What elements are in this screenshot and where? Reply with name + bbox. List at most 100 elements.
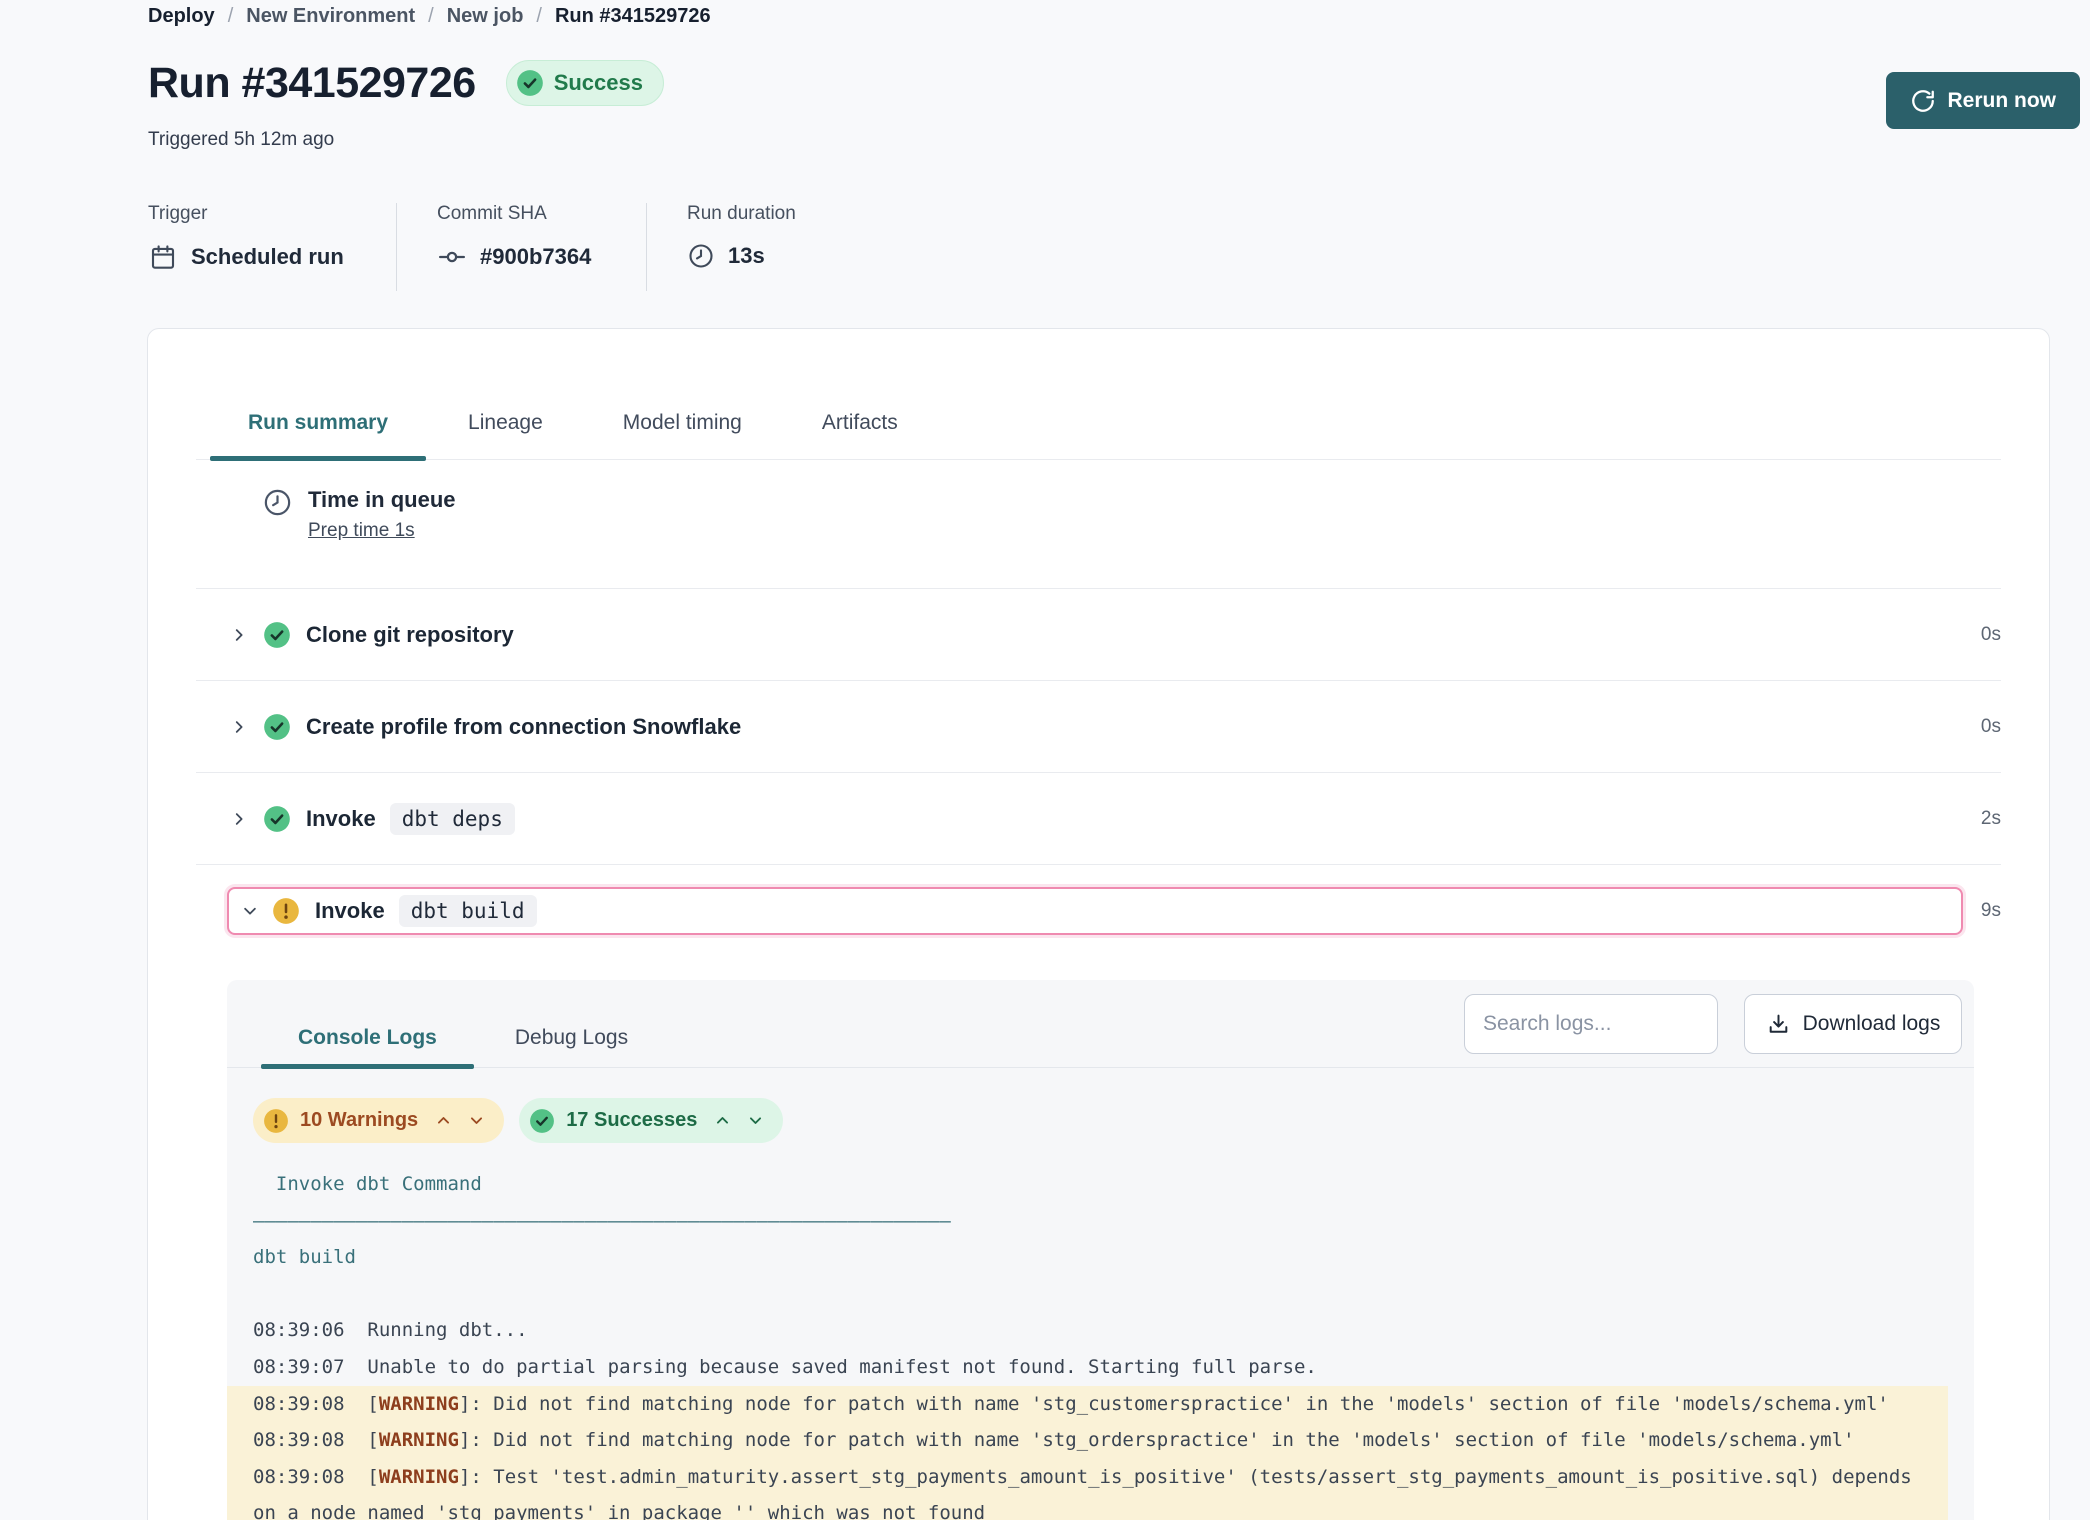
chevron-right-icon[interactable] xyxy=(230,810,248,828)
caret-up-icon[interactable] xyxy=(714,1112,731,1129)
steps-list: Clone git repository0sCreate profile fro… xyxy=(196,589,2001,957)
command-chip: dbt deps xyxy=(390,803,515,835)
console-logs-panel: Console LogsDebug Logs Download logs 10 … xyxy=(227,980,1974,1520)
warning-badge-label: 10 Warnings xyxy=(300,1109,418,1132)
breadcrumb-item-new-job[interactable]: New job xyxy=(447,5,524,28)
breadcrumb-item-run-341529726: Run #341529726 xyxy=(555,5,711,28)
step-row-invoke-dbt-deps[interactable]: Invoke dbt deps 2s xyxy=(196,773,2001,865)
page-header: Deploy / New Environment / New job / Run #3415… xyxy=(0,0,2090,291)
step-label: Invoke xyxy=(306,806,376,832)
step-row-create-profile-from-connection-snowflake[interactable]: Create profile from connection Snowflake… xyxy=(196,681,2001,773)
download-icon xyxy=(1766,1012,1791,1037)
log-timestamp: 08:39:07 xyxy=(253,1356,345,1378)
warning-tag: WARNING xyxy=(379,1429,459,1451)
log-output: Invoke dbt Command——————————————————————… xyxy=(227,1166,1974,1520)
warning-status-icon xyxy=(272,897,300,925)
status-badge-label: Success xyxy=(554,70,643,96)
warning-tag: WARNING xyxy=(379,1393,459,1415)
main-tabs: Run summaryLineageModel timingArtifacts xyxy=(196,411,2001,460)
warning-badge-icon xyxy=(263,1108,289,1134)
search-logs-input[interactable] xyxy=(1464,994,1718,1054)
log-line: 08:39:08 [WARNING]: Did not find matchin… xyxy=(227,1386,1948,1423)
title-row: Run #341529726 Success xyxy=(148,52,2050,114)
log-tab-debug-logs[interactable]: Debug Logs xyxy=(478,1026,665,1067)
success-badge-label: 17 Successes xyxy=(566,1109,697,1132)
duration-value: 13s xyxy=(728,243,765,269)
breadcrumb-separator: / xyxy=(428,5,434,28)
logs-panel-header: Console LogsDebug Logs Download logs xyxy=(227,980,1974,1068)
badge-carets xyxy=(435,1112,485,1129)
rerun-now-button[interactable]: Rerun now xyxy=(1886,72,2081,129)
chevron-right-icon[interactable] xyxy=(230,718,248,736)
tab-artifacts[interactable]: Artifacts xyxy=(784,411,936,459)
prep-time-link[interactable]: Prep time 1s xyxy=(308,520,415,542)
caret-up-icon[interactable] xyxy=(435,1112,452,1129)
tab-lineage[interactable]: Lineage xyxy=(430,411,581,459)
breadcrumb-separator: / xyxy=(228,5,234,28)
triggered-ago: Triggered 5h 12m ago xyxy=(148,129,2050,151)
step-label: Create profile from connection Snowflake xyxy=(306,714,741,740)
step-row-clone-git-repository[interactable]: Clone git repository 0s xyxy=(196,589,2001,681)
step-row-invoke-dbt-build: Invokedbt build9s xyxy=(227,865,2001,957)
trigger-value: Scheduled run xyxy=(191,244,344,270)
log-line: 08:39:08 [WARNING]: Test 'test.admin_mat… xyxy=(227,1459,1948,1496)
chevron-down-icon[interactable] xyxy=(241,902,259,920)
badge-carets xyxy=(714,1112,764,1129)
step-duration: 9s xyxy=(1963,900,2001,922)
queue-clock-icon xyxy=(262,487,293,588)
meta-duration: Run duration 13s xyxy=(646,203,826,291)
status-badge: Success xyxy=(506,60,664,106)
log-line: ————————————————————————————————————————… xyxy=(227,1203,1974,1240)
breadcrumb-separator: / xyxy=(536,5,542,28)
success-status-icon xyxy=(263,713,291,741)
chevron-right-icon[interactable] xyxy=(230,626,248,644)
run-summary-card: Run summaryLineageModel timingArtifacts … xyxy=(147,328,2050,1520)
warning-tag: WARNING xyxy=(379,1466,459,1488)
success-check-icon xyxy=(516,69,544,97)
log-line: dbt build xyxy=(227,1239,1974,1276)
success-status-icon xyxy=(263,805,291,833)
log-line xyxy=(227,1276,1974,1313)
log-line: Invoke dbt Command xyxy=(227,1166,1974,1203)
download-logs-button[interactable]: Download logs xyxy=(1744,994,1962,1054)
queue-title: Time in queue xyxy=(308,487,456,513)
log-timestamp: 08:39:08 xyxy=(253,1393,345,1415)
run-meta: Trigger Scheduled run Commit SHA #900b73… xyxy=(148,203,2050,291)
warning-count-badge[interactable]: 10 Warnings xyxy=(253,1098,504,1143)
tab-model-timing[interactable]: Model timing xyxy=(585,411,780,459)
breadcrumb-item-new-environment[interactable]: New Environment xyxy=(246,5,415,28)
log-timestamp: 08:39:08 xyxy=(253,1466,345,1488)
log-line: 08:39:07 Unable to do partial parsing be… xyxy=(227,1349,1974,1386)
step-label: Clone git repository xyxy=(306,622,514,648)
log-timestamp: 08:39:08 xyxy=(253,1429,345,1451)
log-badges: 10 Warnings 17 Successes xyxy=(253,1098,1974,1143)
success-count-badge[interactable]: 17 Successes xyxy=(519,1098,783,1143)
clock-icon xyxy=(687,242,715,270)
rerun-icon xyxy=(1910,88,1936,114)
step-duration: 2s xyxy=(1963,808,2001,830)
run-detail-page: Deploy / New Environment / New job / Run #3415… xyxy=(0,0,2090,1520)
log-timestamp: 08:39:06 xyxy=(253,1319,345,1341)
commit-value: #900b7364 xyxy=(480,244,591,270)
log-line: 08:39:08 [WARNING]: Did not find matchin… xyxy=(227,1422,1948,1459)
caret-down-icon[interactable] xyxy=(468,1112,485,1129)
step-expanded-box[interactable]: Invokedbt build xyxy=(227,887,1963,935)
breadcrumb: Deploy / New Environment / New job / Run #3415… xyxy=(148,2,2050,30)
meta-commit: Commit SHA #900b7364 xyxy=(396,203,646,291)
caret-down-icon[interactable] xyxy=(747,1112,764,1129)
step-label: Invoke xyxy=(315,898,385,924)
step-duration: 0s xyxy=(1963,716,2001,738)
page-title: Run #341529726 xyxy=(148,59,476,108)
step-duration: 0s xyxy=(1963,624,2001,646)
log-line: 08:39:06 Running dbt... xyxy=(227,1312,1974,1349)
breadcrumb-item-deploy[interactable]: Deploy xyxy=(148,5,215,28)
meta-trigger: Trigger Scheduled run xyxy=(148,203,396,291)
log-tab-console-logs[interactable]: Console Logs xyxy=(261,1026,474,1067)
log-line: on a node named 'stg_payments' in packag… xyxy=(227,1495,1948,1520)
time-in-queue-section: Time in queue Prep time 1s xyxy=(196,460,2001,589)
commit-icon xyxy=(437,242,467,272)
success-badge-icon xyxy=(529,1108,555,1134)
success-status-icon xyxy=(263,621,291,649)
tab-run-summary[interactable]: Run summary xyxy=(210,411,426,459)
calendar-icon xyxy=(148,242,178,272)
